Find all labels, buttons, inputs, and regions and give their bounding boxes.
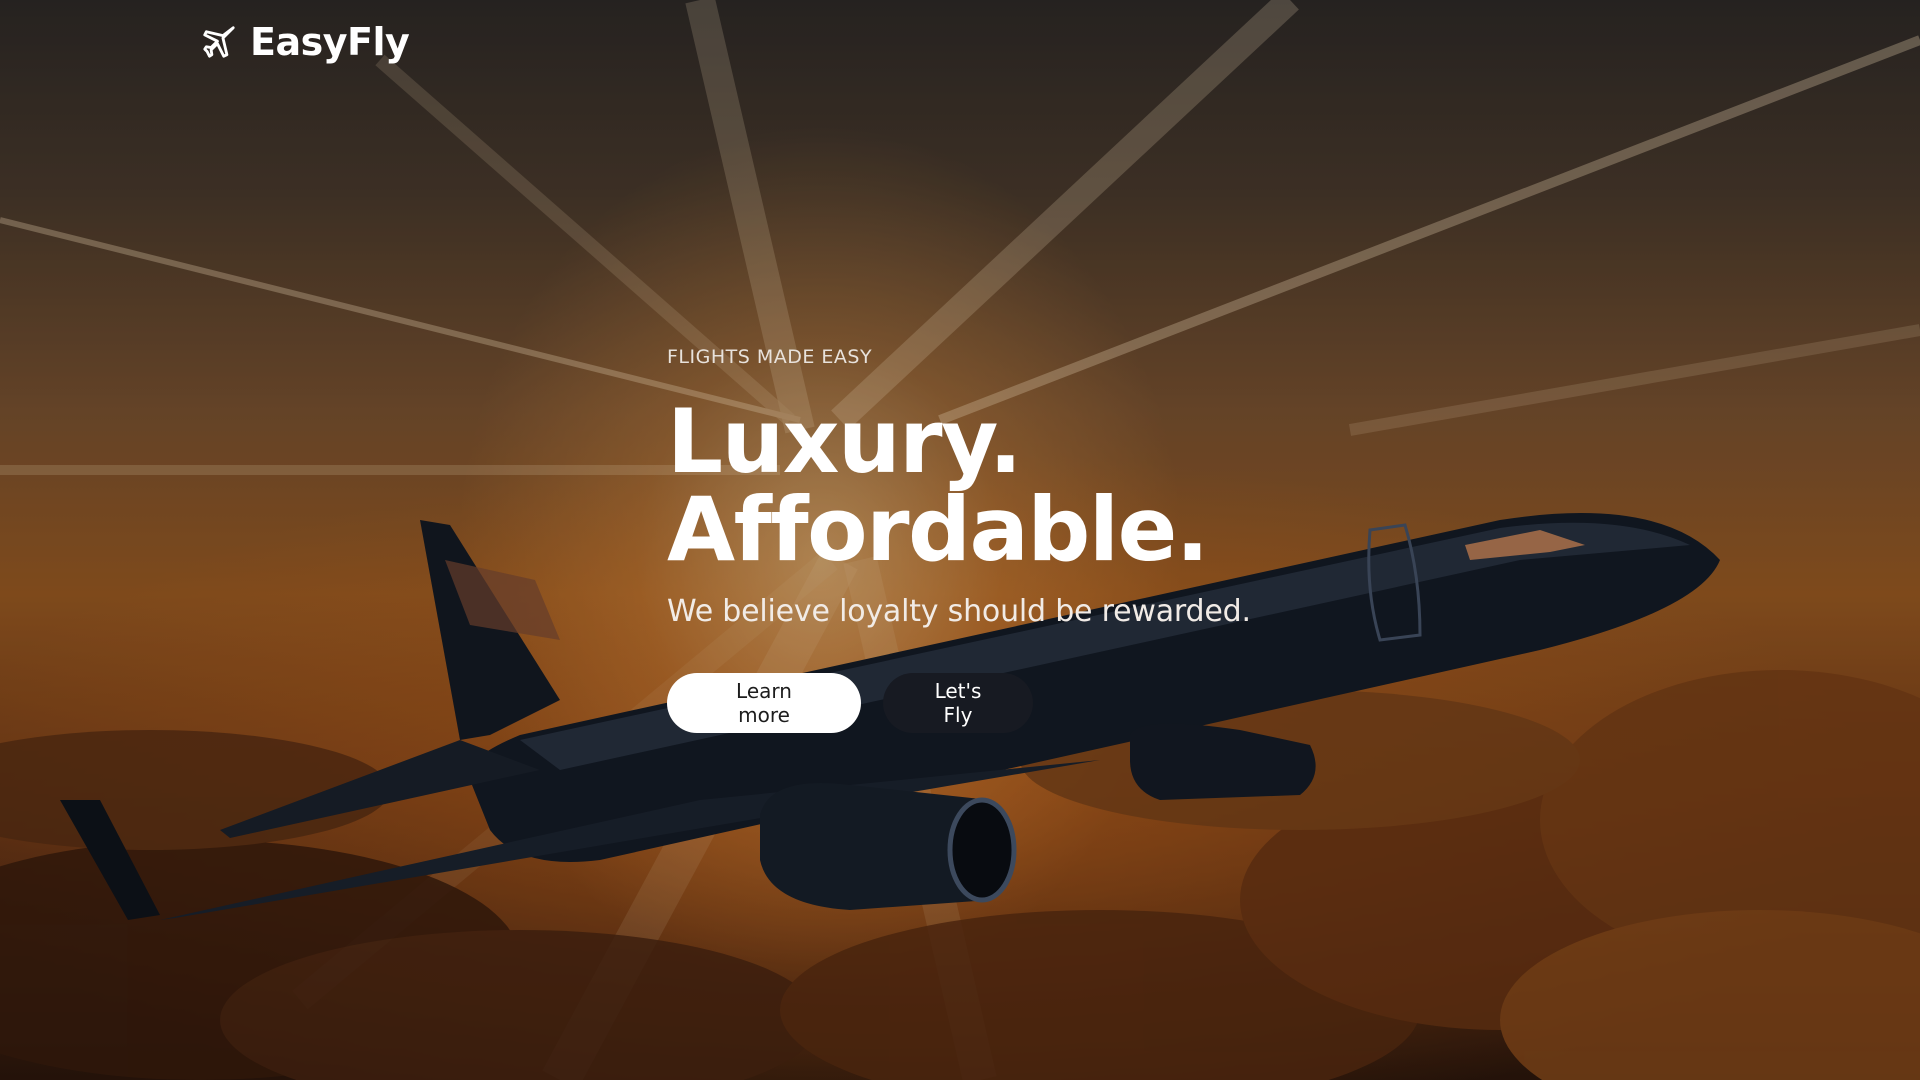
airplane-icon — [203, 26, 235, 58]
hero-section: EasyFly FLIGHTS MADE EASY Luxury. Afford… — [0, 0, 1920, 1080]
headline-line-1: Luxury. — [667, 390, 1022, 493]
headline-line-2: Affordable. — [667, 478, 1209, 581]
hero-content: FLIGHTS MADE EASY Luxury. Affordable. We… — [667, 346, 1567, 733]
lets-fly-button[interactable]: Let's Fly — [883, 673, 1033, 733]
learn-more-button[interactable]: Learn more — [667, 673, 861, 733]
hero-headline: Luxury. Affordable. — [667, 398, 1567, 574]
brand-name[interactable]: EasyFly — [250, 20, 410, 64]
hero-actions: Learn more Let's Fly — [667, 673, 1567, 733]
hero-tagline: We believe loyalty should be rewarded. — [667, 594, 1251, 629]
hero-eyebrow: FLIGHTS MADE EASY — [667, 346, 873, 368]
top-navbar: EasyFly — [200, 18, 410, 66]
